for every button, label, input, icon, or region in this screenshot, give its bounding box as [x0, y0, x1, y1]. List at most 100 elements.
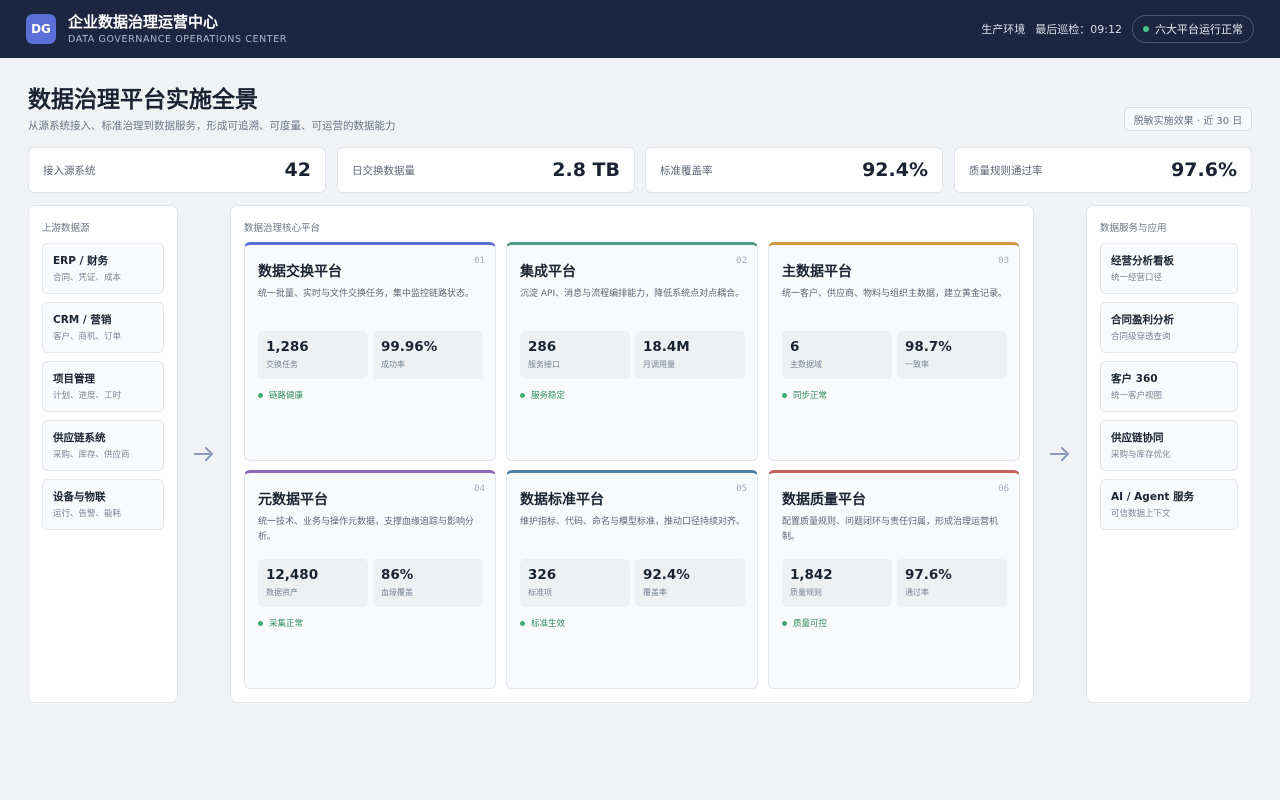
platform-card-metadata[interactable]: 04 元数据平台 统一技术、业务与操作元数据，支撑血缘追踪与影响分析。 12,4… — [244, 470, 496, 689]
metric-label: 质量规则 — [790, 588, 822, 597]
service-name: AI / Agent 服务 — [1111, 491, 1195, 503]
metric-label: 血缘覆盖 — [381, 588, 413, 597]
kpi-label: 日交换数据量 — [352, 164, 415, 177]
service-name: 客户 360 — [1111, 373, 1158, 385]
kpi-value: 2.8 TB — [552, 159, 620, 181]
source-item-erp[interactable]: ERP / 财务 合同、凭证、成本 — [42, 243, 164, 294]
kpi-label: 标准覆盖率 — [660, 164, 713, 177]
service-item-contract-profit[interactable]: 合同盈利分析 合同级穿透查询 — [1100, 302, 1238, 353]
kpi-card-standard-coverage: 标准覆盖率 92.4% — [645, 147, 943, 193]
top-bar: DG 企业数据治理运营中心 DATA GOVERNANCE OPERATIONS… — [0, 0, 1280, 58]
system-status-text: 六大平台运行正常 — [1155, 23, 1243, 36]
brand-text: 企业数据治理运营中心 DATA GOVERNANCE OPERATIONS CE… — [68, 12, 287, 47]
kpi-label: 接入源系统 — [43, 164, 96, 177]
metric-value: 99.96% — [381, 339, 438, 355]
app-title: 企业数据治理运营中心 — [68, 12, 219, 31]
source-item-supply-chain[interactable]: 供应链系统 采购、库存、供应商 — [42, 420, 164, 471]
metric-value: 1,286 — [266, 339, 309, 355]
service-desc: 可信数据上下文 — [1111, 509, 1171, 519]
source-name: 项目管理 — [53, 373, 95, 385]
metric-label: 交换任务 — [266, 360, 298, 369]
card-status: 同步正常 — [782, 389, 827, 401]
metric-box: 1,842 质量规则 — [782, 559, 892, 607]
kpi-value: 42 — [284, 159, 311, 181]
service-item-supply-collab[interactable]: 供应链协同 采购与库存优化 — [1100, 420, 1238, 471]
card-status-text: 标准生效 — [531, 619, 566, 629]
panel-title: 上游数据源 — [42, 223, 90, 234]
system-status-badge[interactable]: 六大平台运行正常 — [1132, 15, 1254, 43]
kpi-card-exchange-volume: 日交换数据量 2.8 TB — [337, 147, 635, 193]
card-description: 配置质量规则、问题闭环与责任归属，形成治理运营机制。 — [782, 517, 999, 542]
panel-title: 数据治理核心平台 — [244, 223, 321, 234]
card-title: 数据标准平台 — [520, 492, 604, 508]
metric-box: 99.96% 成功率 — [373, 331, 483, 379]
service-name: 供应链协同 — [1111, 432, 1164, 444]
card-number: 01 — [474, 256, 485, 266]
platform-card-data-quality[interactable]: 06 数据质量平台 配置质量规则、问题闭环与责任归属，形成治理运营机制。 1,8… — [768, 470, 1020, 689]
card-status-text: 采集正常 — [269, 619, 304, 629]
service-desc: 采购与库存优化 — [1111, 450, 1171, 460]
service-item-ai-agent[interactable]: AI / Agent 服务 可信数据上下文 — [1100, 479, 1238, 530]
card-status: 采集正常 — [258, 617, 303, 629]
status-dot-icon — [782, 392, 787, 398]
source-item-project[interactable]: 项目管理 计划、进度、工时 — [42, 361, 164, 412]
last-check-label: 最后巡检：09:12 — [1035, 23, 1122, 36]
metric-box: 6 主数据域 — [782, 331, 892, 379]
metric-value: 97.6% — [905, 567, 952, 583]
metric-box: 18.4M 月调用量 — [635, 331, 745, 379]
metric-label: 月调用量 — [643, 360, 675, 369]
metric-box: 86% 血缘覆盖 — [373, 559, 483, 607]
source-item-iot[interactable]: 设备与物联 运行、告警、能耗 — [42, 479, 164, 530]
source-name: CRM / 营销 — [53, 314, 112, 326]
service-name: 合同盈利分析 — [1111, 314, 1174, 326]
card-status-text: 服务稳定 — [531, 391, 566, 401]
kpi-value: 97.6% — [1171, 159, 1237, 181]
service-item-customer-360[interactable]: 客户 360 统一客户视图 — [1100, 361, 1238, 412]
metric-box: 286 服务接口 — [520, 331, 630, 379]
metric-label: 标准项 — [528, 588, 552, 597]
metric-box: 1,286 交换任务 — [258, 331, 368, 379]
card-description: 沉淀 API、消息与流程编排能力，降低系统点对点耦合。 — [520, 289, 745, 299]
source-desc: 运行、告警、能耗 — [53, 509, 122, 519]
metric-value: 1,842 — [790, 567, 833, 583]
metric-box: 12,480 数据资产 — [258, 559, 368, 607]
environment-label: 生产环境 — [981, 23, 1026, 36]
card-description: 统一技术、业务与操作元数据，支撑血缘追踪与影响分析。 — [258, 517, 475, 542]
metric-value: 98.7% — [905, 339, 952, 355]
platform-card-data-standard[interactable]: 05 数据标准平台 维护指标、代码、命名与模型标准，推动口径持续对齐。 326 … — [506, 470, 758, 689]
metric-value: 92.4% — [643, 567, 690, 583]
card-status-text: 链路健康 — [269, 391, 304, 401]
platform-card-integration[interactable]: 02 集成平台 沉淀 API、消息与流程编排能力，降低系统点对点耦合。 286 … — [506, 242, 758, 461]
metric-label: 通过率 — [905, 588, 929, 597]
platform-card-exchange[interactable]: 01 数据交换平台 统一批量、实时与文件交换任务，集中监控链路状态。 1,286… — [244, 242, 496, 461]
upstream-sources-panel: 上游数据源 ERP / 财务 合同、凭证、成本 CRM / 营销 客户、商机、订… — [28, 205, 178, 703]
status-dot-icon — [782, 620, 787, 626]
metric-box: 97.6% 通过率 — [897, 559, 1007, 607]
platform-card-master-data[interactable]: 03 主数据平台 统一客户、供应商、物料与组织主数据，建立黄金记录。 6 主数据… — [768, 242, 1020, 461]
card-description: 统一批量、实时与文件交换任务，集中监控链路状态。 — [258, 289, 475, 299]
service-item-dashboard[interactable]: 经营分析看板 统一经营口径 — [1100, 243, 1238, 294]
metric-label: 覆盖率 — [643, 588, 667, 597]
card-number: 06 — [998, 484, 1009, 494]
card-status-text: 同步正常 — [793, 391, 828, 401]
source-item-crm[interactable]: CRM / 营销 客户、商机、订单 — [42, 302, 164, 353]
arrow-right-icon — [1050, 447, 1069, 461]
service-desc: 合同级穿透查询 — [1111, 332, 1171, 342]
app-subtitle: DATA GOVERNANCE OPERATIONS CENTER — [68, 33, 288, 45]
card-status: 标准生效 — [520, 617, 565, 629]
card-number: 03 — [998, 256, 1009, 266]
status-dot-icon — [520, 392, 525, 398]
card-number: 02 — [736, 256, 747, 266]
metric-label: 主数据域 — [790, 360, 822, 369]
source-name: 供应链系统 — [53, 432, 106, 444]
source-name: 设备与物联 — [53, 491, 106, 503]
service-name: 经营分析看板 — [1111, 255, 1174, 267]
period-filter-chip[interactable]: 脱敏实施效果 · 近 30 日 — [1124, 107, 1252, 131]
metric-value: 86% — [381, 567, 414, 583]
source-desc: 采购、库存、供应商 — [53, 450, 130, 460]
card-title: 主数据平台 — [782, 264, 852, 280]
metric-label: 成功率 — [381, 360, 405, 369]
kpi-card-quality-pass-rate: 质量规则通过率 97.6% — [954, 147, 1252, 193]
metric-value: 286 — [528, 339, 557, 355]
card-description: 统一客户、供应商、物料与组织主数据，建立黄金记录。 — [782, 289, 1008, 299]
